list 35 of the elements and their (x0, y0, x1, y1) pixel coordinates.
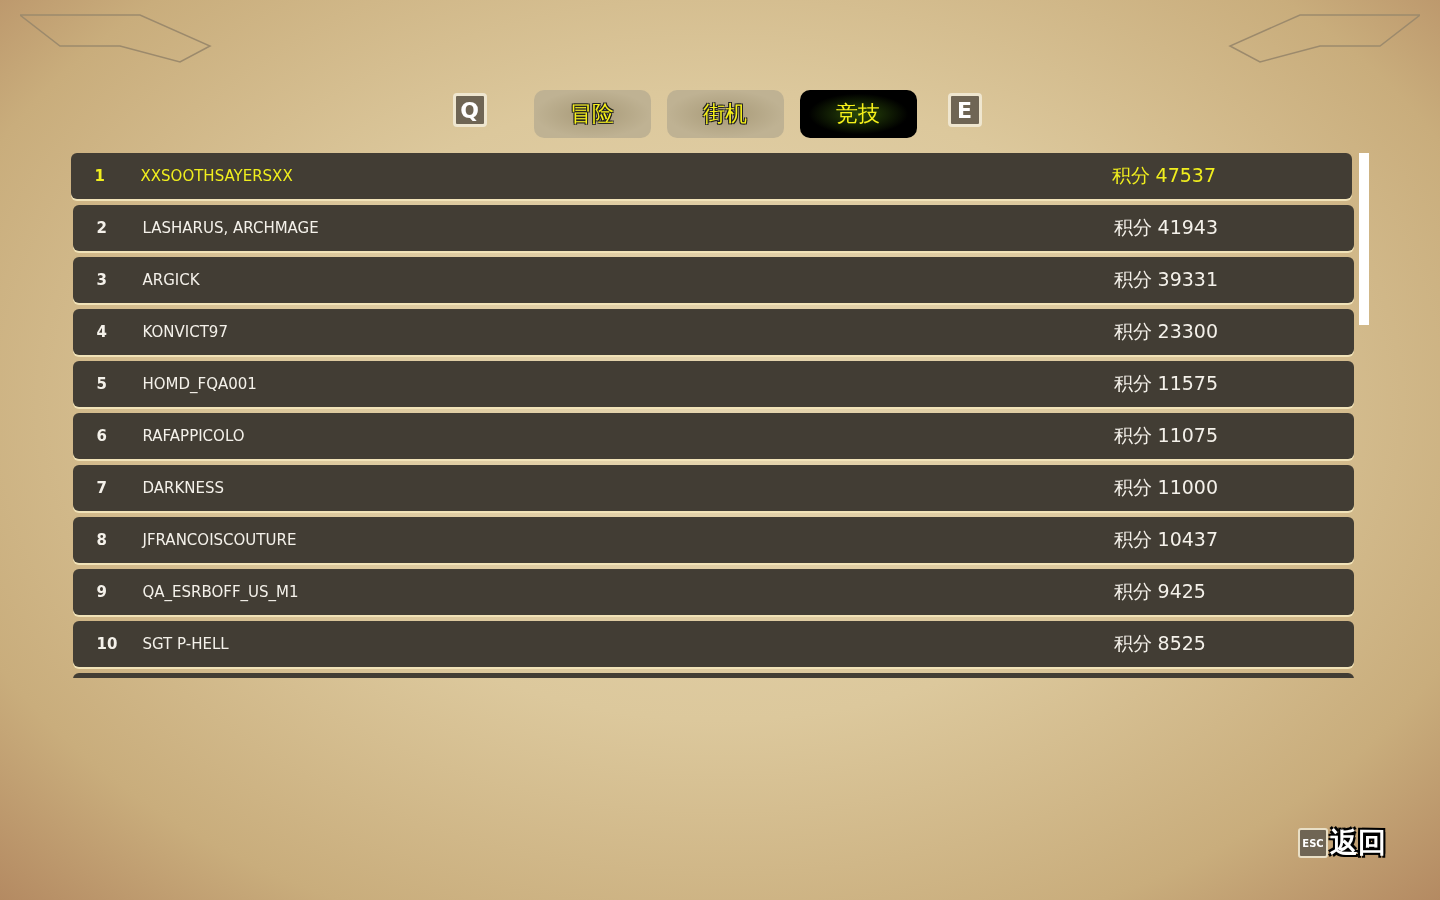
rank-number: 2 (95, 219, 108, 237)
player-name: JFRANCOISCOUTURE (142, 531, 298, 549)
player-name: KONVICT97 (142, 323, 229, 341)
player-score: 积分 8525 (1112, 631, 1207, 656)
rank-number: 6 (95, 427, 108, 445)
player-score: 积分 39331 (1112, 267, 1219, 292)
player-score: 积分 41943 (1112, 215, 1219, 240)
scrollbar-thumb[interactable] (1358, 153, 1369, 325)
escape-key[interactable]: ESC (1298, 828, 1328, 858)
player-score: 积分 47537 (1110, 163, 1217, 188)
player-score: 积分 23300 (1112, 319, 1219, 344)
player-name: XXSOOTHSAYERSXX (140, 167, 294, 185)
rank-number: 4 (95, 323, 108, 341)
rank-number: 10 (95, 635, 119, 653)
mode-tab[interactable]: 竞技 (799, 90, 917, 138)
rank-number: 8 (95, 531, 108, 549)
rank-number: 3 (95, 271, 108, 289)
player-score: 积分 9425 (1112, 579, 1207, 604)
rank-number: 1 (93, 167, 106, 185)
next-tab-key[interactable]: E (947, 93, 982, 127)
player-score: 积分 11575 (1112, 371, 1219, 396)
player-name: HOMD_FQA001 (142, 375, 258, 393)
player-name: RAFAPPICOLO (142, 427, 246, 445)
player-name: LASHARUS, ARCHMAGE (142, 219, 320, 237)
previous-tab-key[interactable]: Q (452, 93, 487, 127)
player-name: SGT P-HELL (142, 635, 230, 653)
player-score: 积分 10437 (1112, 527, 1219, 552)
player-name: DARKNESS (142, 479, 226, 497)
rank-number: 5 (95, 375, 108, 393)
rank-number: 9 (95, 583, 108, 601)
player-score: 积分 11000 (1112, 475, 1219, 500)
player-name: ARGICK (142, 271, 201, 289)
player-score: 积分 11075 (1112, 423, 1219, 448)
rank-number: 7 (95, 479, 108, 497)
player-name: QA_ESRBOFF_US_M1 (142, 583, 300, 601)
